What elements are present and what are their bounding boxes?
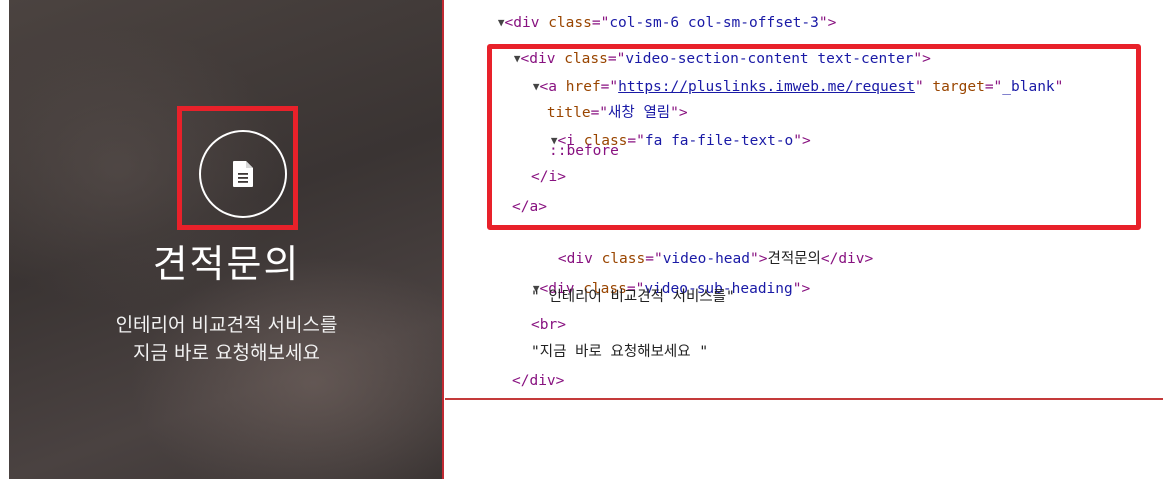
anchor-highlight-box (487, 44, 1141, 230)
sub-heading-line-2: 지금 바로 요청해보세요 (133, 342, 320, 364)
devtools-elements-panel: ▼<div class="col-sm-6 col-sm-offset-3"> … (445, 0, 1163, 400)
dom-text-node-2[interactable]: "지금 바로 요청해보세요 " (531, 341, 708, 363)
dom-text-node-1[interactable]: " 인테리어 비교견적 서비스를" (531, 286, 735, 308)
dom-node-close-div[interactable]: </div> (512, 370, 564, 392)
dom-node-br[interactable]: <br> (531, 314, 566, 336)
video-section-preview: 견적문의 인테리어 비교견적 서비스를 지금 바로 요청해보세요 (9, 0, 444, 479)
video-sub-heading: 인테리어 비교견적 서비스를 지금 바로 요청해보세요 (9, 311, 444, 367)
sub-heading-line-1: 인테리어 비교견적 서비스를 (115, 314, 338, 336)
video-head: 견적문의 (152, 242, 301, 286)
file-text-icon (233, 161, 253, 187)
request-link-button[interactable] (199, 130, 287, 218)
